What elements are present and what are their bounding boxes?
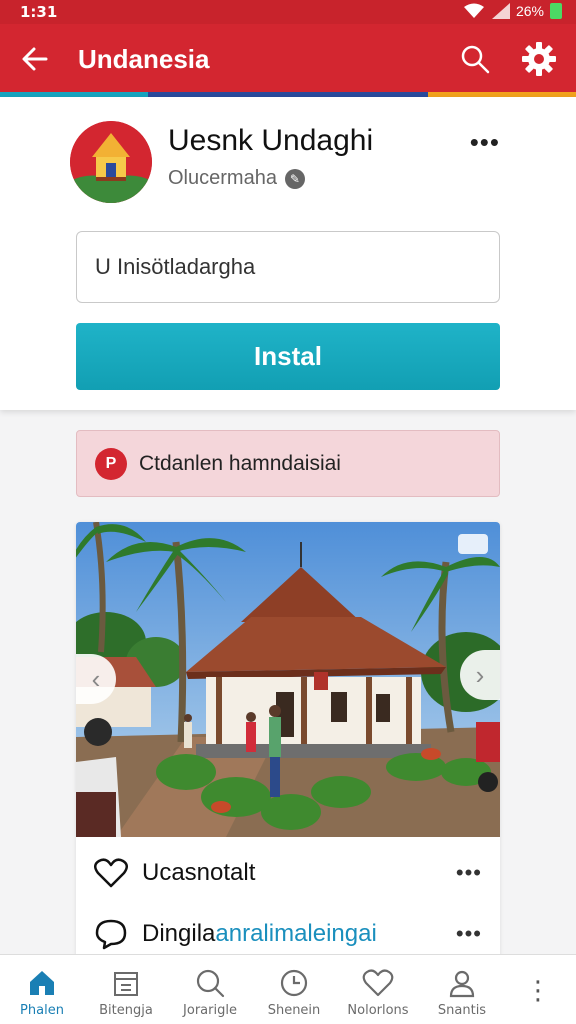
nav-label: Shenein bbox=[267, 1003, 321, 1018]
status-icons: 26% bbox=[463, 3, 562, 19]
text-input[interactable] bbox=[77, 232, 499, 302]
profile-card: Uesnk Undaghi Olucermaha ✎ ••• Instal bbox=[0, 97, 576, 410]
verified-icon: ✎ bbox=[284, 168, 305, 189]
nav-item-favorites[interactable]: Nolorlons bbox=[336, 955, 420, 1024]
comment-label-b: anralimaleingai bbox=[215, 920, 377, 947]
nav-item-box[interactable]: Bitengja bbox=[84, 955, 168, 1024]
comment-bubble-icon[interactable] bbox=[94, 918, 128, 950]
nav-item-history[interactable]: Shenein bbox=[252, 955, 336, 1024]
signal-icon bbox=[491, 3, 510, 19]
search-icon bbox=[196, 969, 225, 998]
nav-item-home[interactable]: Phalen bbox=[0, 955, 84, 1024]
app-logo bbox=[70, 121, 152, 203]
battery-icon bbox=[550, 3, 562, 19]
nav-item-search[interactable]: Jorarigle bbox=[168, 955, 252, 1024]
notice-icon: P bbox=[95, 447, 127, 480]
install-button[interactable]: Instal bbox=[76, 323, 500, 390]
nav-overflow-button[interactable]: ⋮ bbox=[504, 955, 572, 1024]
clock-icon bbox=[280, 969, 308, 997]
nav-label: Snantis bbox=[437, 1003, 487, 1018]
nav-item-profile[interactable]: Snantis bbox=[420, 955, 504, 1024]
battery-percent: 26% bbox=[515, 3, 544, 19]
nav-label: Nolorlons bbox=[347, 1003, 409, 1018]
comment-label: Dingilaanralimaleingai bbox=[142, 920, 377, 948]
back-arrow-icon[interactable] bbox=[18, 42, 52, 76]
text-field-container bbox=[76, 231, 500, 303]
post-photo[interactable] bbox=[76, 522, 500, 837]
status-time: 1:31 bbox=[20, 3, 58, 21]
like-more-button[interactable]: ••• bbox=[456, 860, 482, 886]
nav-label: Bitengja bbox=[99, 1003, 153, 1018]
app-title: Undanesia bbox=[78, 44, 210, 74]
chevron-left-icon: ‹ bbox=[91, 663, 101, 694]
comment-label-a: Dingila bbox=[142, 920, 216, 947]
user-icon bbox=[449, 970, 475, 998]
comment-row[interactable]: Dingilaanralimaleingai ••• bbox=[94, 918, 482, 950]
like-label: Ucasnotalt bbox=[142, 859, 256, 886]
bottom-nav: Phalen Bitengja Jorarigle Shenein Nolorl… bbox=[0, 954, 576, 1024]
post-card: ‹ › Ucasnotalt ••• Dingilaanralimaleinga… bbox=[76, 522, 500, 962]
gear-icon[interactable] bbox=[520, 40, 558, 78]
like-row[interactable]: Ucasnotalt ••• bbox=[94, 858, 482, 888]
status-bar: 1:31 26% bbox=[0, 0, 576, 24]
profile-more-button[interactable]: ••• bbox=[470, 127, 500, 158]
home-icon bbox=[30, 971, 54, 995]
photo-badge-icon bbox=[458, 534, 488, 554]
profile-name: Uesnk Undaghi bbox=[168, 124, 374, 157]
nav-label: Phalen bbox=[20, 1003, 64, 1018]
notice-text: Ctdanlen hamndaisiai bbox=[139, 451, 341, 475]
notice-banner[interactable]: P Ctdanlen hamndaisiai bbox=[76, 430, 500, 497]
heart-icon bbox=[362, 969, 394, 997]
comment-more-button[interactable]: ••• bbox=[456, 921, 482, 947]
profile-handle-text: Olucermaha bbox=[168, 167, 277, 189]
search-icon[interactable] bbox=[458, 42, 492, 76]
wifi-icon bbox=[463, 3, 484, 18]
nav-label: Jorarigle bbox=[183, 1003, 237, 1018]
box-icon bbox=[114, 972, 138, 996]
app-bar: Undanesia bbox=[0, 24, 576, 94]
chevron-right-icon: › bbox=[475, 659, 485, 690]
profile-handle: Olucermaha ✎ bbox=[168, 167, 305, 190]
heart-icon[interactable] bbox=[94, 858, 128, 888]
